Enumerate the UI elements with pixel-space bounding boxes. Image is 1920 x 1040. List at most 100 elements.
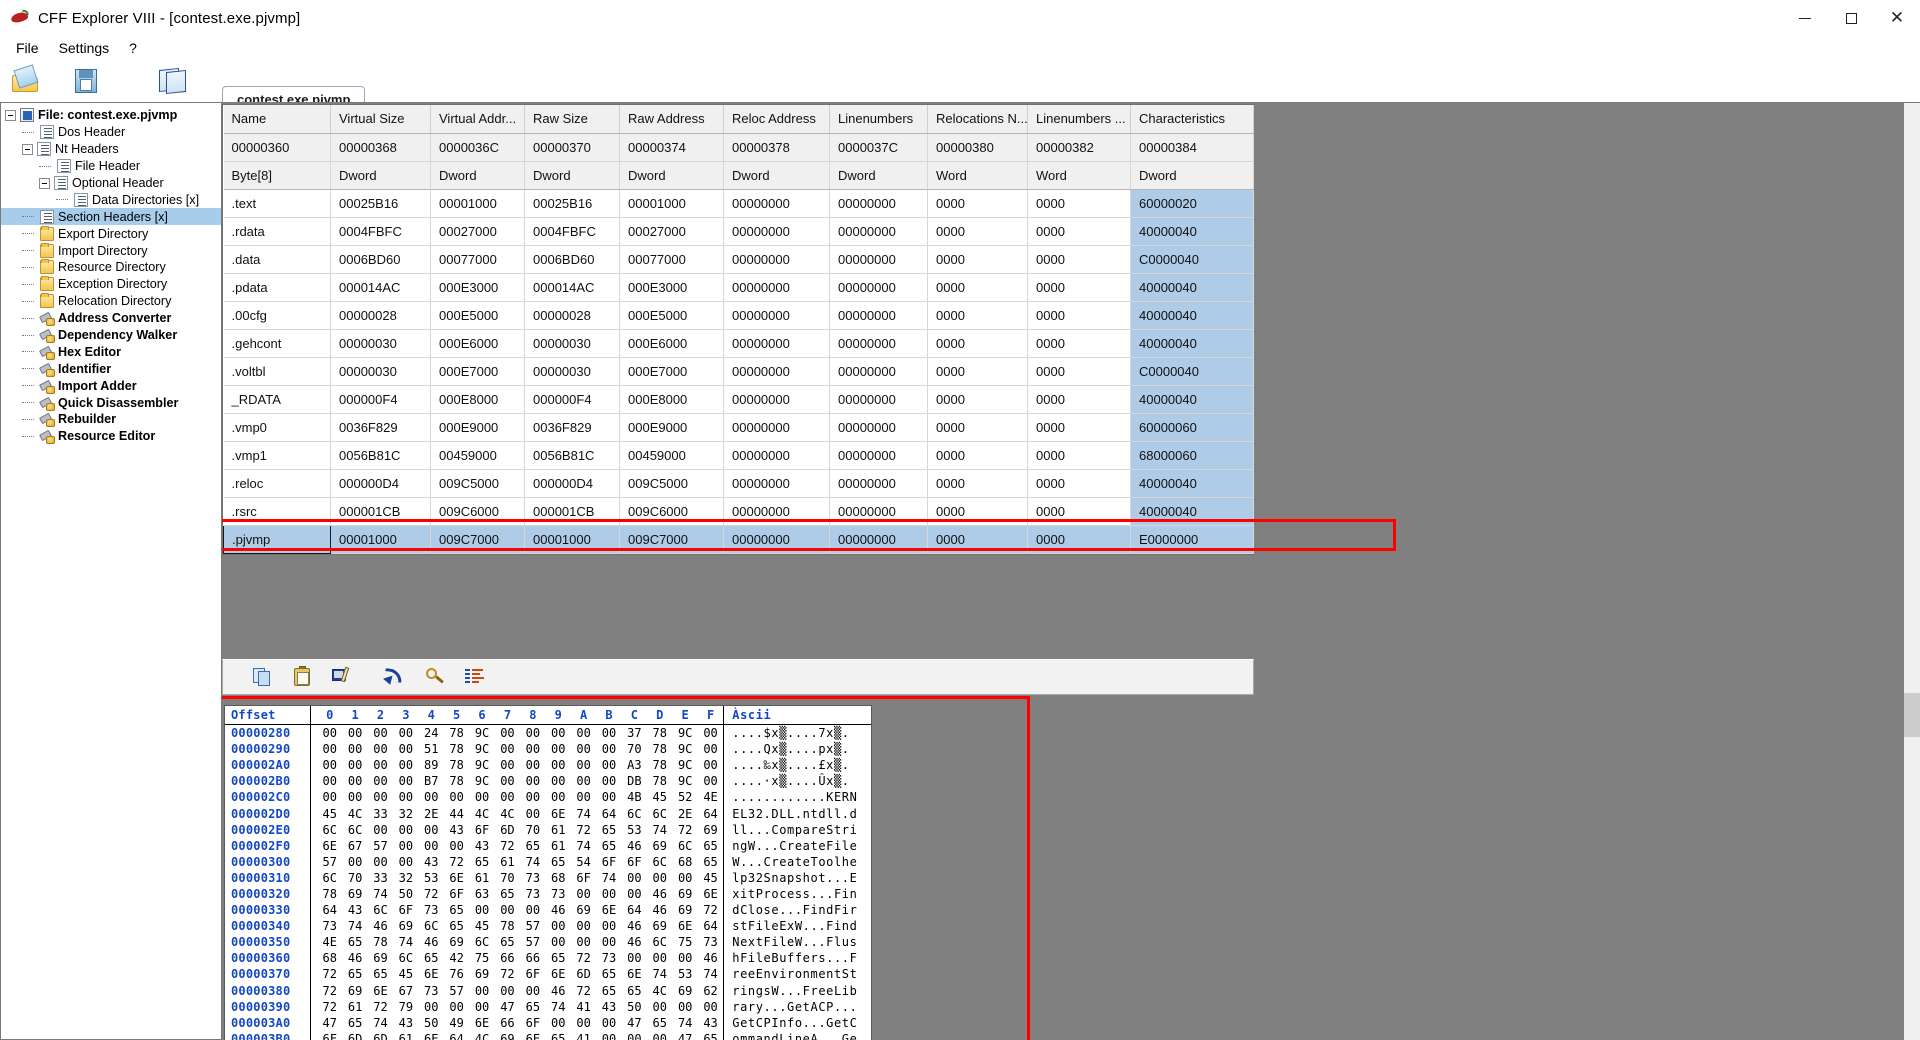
hex-row[interactable]: 00000380 72 69 6E 67 73 57 00 00 00 46 72 65 65 4C 69 62…: [225, 982, 871, 999]
column-header-reloc-address[interactable]: Reloc Address: [723, 105, 830, 134]
hex-byte: 9C: [677, 742, 693, 757]
stacked-pages-icon[interactable]: [156, 65, 190, 97]
table-row[interactable]: .pdata 000014AC 000E3000 000014AC 000E3000 00…: [223, 273, 1254, 302]
hex-row[interactable]: 000002A0 00 00 00 00 89 78 9C 00 00 00 00 00 A3 78 9C 00…: [225, 757, 871, 774]
hex-byte: 4B: [627, 790, 642, 805]
hex-byte: 73: [601, 951, 617, 966]
table-row[interactable]: .pjvmp 00001000 009C7000 00001000 009C7000 00…: [223, 524, 1254, 554]
column-header-raw-address[interactable]: Raw Address: [619, 105, 724, 134]
tree-item-import-adder[interactable]: Import Adder: [1, 377, 221, 394]
tree-item-rebuilder[interactable]: Rebuilder: [1, 411, 221, 428]
tree-item-optional-header[interactable]: Optional Header: [1, 175, 221, 192]
column-header-virtual-addr[interactable]: Virtual Addr...: [430, 105, 525, 134]
column-header-virtual-size[interactable]: Virtual Size: [330, 105, 431, 134]
list-lines-icon[interactable]: [463, 665, 487, 689]
hex-row[interactable]: 00000390 72 61 72 79 00 00 00 47 65 74 41 43 50 00 00 00…: [225, 998, 871, 1015]
menu-help[interactable]: ?: [119, 38, 147, 58]
tree-item-data-directories-x[interactable]: Data Directories [x]: [1, 191, 221, 208]
table-cell: 60000020: [1130, 189, 1254, 218]
tree-item-file-header[interactable]: File Header: [1, 158, 221, 175]
tree-expander-icon[interactable]: [22, 143, 33, 155]
hex-byte: 00: [474, 999, 490, 1014]
tree-item-file-contest-exe-pjvmp[interactable]: File: contest.exe.pjvmp: [1, 107, 221, 124]
hex-bytes: 4E 65 78 74 46 69 6C 65 57 00 00 00 46 6C 75 73: [311, 934, 725, 951]
column-header-linenumbers-n[interactable]: Linenumbers ...: [1027, 105, 1131, 134]
hex-dump-view[interactable]: Offset 0123456789ABCDEF Àscii 00000280 00…: [224, 705, 872, 1040]
hex-byte: 6E: [550, 967, 566, 982]
column-header-name[interactable]: Name: [223, 105, 331, 134]
tree-item-exception-directory[interactable]: Exception Directory: [1, 276, 221, 293]
close-button[interactable]: ✕: [1874, 0, 1920, 36]
hex-row[interactable]: 000002E0 6C 6C 00 00 00 43 6F 6D 70 61 72 65 53 74 72 69…: [225, 821, 871, 838]
tree-item-section-headers-x[interactable]: Section Headers [x]: [1, 208, 221, 226]
tree-item-resource-directory[interactable]: Resource Directory: [1, 259, 221, 276]
floppy-disk-icon[interactable]: [70, 65, 104, 97]
hex-row[interactable]: 000003A0 47 65 74 43 50 49 6E 66 6F 00 00 00 47 65 74 43…: [225, 1014, 871, 1031]
tree-item-dependency-walker[interactable]: Dependency Walker: [1, 327, 221, 344]
tree-expander-icon[interactable]: [39, 177, 50, 189]
hex-row[interactable]: 000003B0 6F 6D 6D 61 6E 64 4C 69 6E 65 41 00 00 00 47 65…: [225, 1030, 871, 1040]
hex-row[interactable]: 00000320 78 69 74 50 72 6F 63 65 73 73 00 00 00 46 69 6E…: [225, 885, 871, 903]
hex-row[interactable]: 000002F0 6E 67 57 00 00 00 43 72 65 61 74 65 46 69 6C 65…: [225, 837, 871, 854]
table-row[interactable]: .vmp0 0036F829 000E9000 0036F829 000E9000 000…: [223, 413, 1254, 442]
content-vertical-scrollbar[interactable]: [1904, 103, 1920, 1040]
table-row[interactable]: .voltbl 00000030 000E7000 00000030 000E7000 0…: [223, 357, 1254, 386]
table-row[interactable]: .rsrc 000001CB 009C6000 000001CB 009C6000 000…: [223, 497, 1254, 526]
table-row[interactable]: .vmp1 0056B81C 00459000 0056B81C 00459000 000…: [223, 441, 1254, 470]
hex-row[interactable]: 00000360 68 46 69 6C 65 42 75 66 66 65 72 73 00 00 00 46…: [225, 950, 871, 967]
hex-row[interactable]: 00000300 57 00 00 00 43 72 65 61 74 65 54 6F 6F 6C 68 65…: [225, 853, 871, 870]
table-cell: 0036F829: [330, 413, 431, 442]
tree-item-resource-editor[interactable]: Resource Editor: [1, 428, 221, 445]
tree-item-dos-header[interactable]: Dos Header: [1, 124, 221, 141]
paste-icon[interactable]: [291, 665, 315, 689]
table-row[interactable]: .00cfg 00000028 000E5000 00000028 000E5000 00…: [223, 301, 1254, 330]
write-to-disk-icon[interactable]: [331, 665, 355, 689]
hex-byte: 00: [652, 870, 667, 885]
tree-item-export-directory[interactable]: Export Directory: [1, 225, 221, 242]
maximize-button[interactable]: [1828, 0, 1874, 36]
hex-byte: 47: [322, 1015, 337, 1030]
hex-row[interactable]: 00000280 00 00 00 00 24 78 9C 00 00 00 00 00 37 78 9C 00…: [225, 725, 871, 742]
tree-item-quick-disassembler[interactable]: Quick Disassembler: [1, 394, 221, 411]
tree-item-hex-editor[interactable]: Hex Editor: [1, 343, 221, 360]
table-row[interactable]: .rdata 0004FBFC 00027000 0004FBFC 00027000 00…: [223, 217, 1254, 246]
redo-arrow-icon[interactable]: [383, 665, 407, 689]
column-header-relocations-n[interactable]: Relocations N...: [927, 105, 1028, 134]
table-cell: 000E6000: [619, 329, 724, 358]
column-header-characteristics[interactable]: Characteristics: [1130, 105, 1254, 134]
hex-row[interactable]: 00000290 00 00 00 00 51 78 9C 00 00 00 00 00 70 78 9C 00…: [225, 741, 871, 758]
menu-file[interactable]: File: [6, 38, 49, 58]
table-cell: .reloc: [223, 469, 331, 498]
tree-item-import-directory[interactable]: Import Directory: [1, 242, 221, 259]
table-row[interactable]: .text 00025B16 00001000 00025B16 00001000 000…: [223, 189, 1254, 218]
hex-row[interactable]: 00000310 6C 70 33 32 53 6E 61 70 73 68 6F 74 00 00 00 45…: [225, 869, 871, 886]
hex-column-label: 3: [402, 708, 410, 722]
menu-settings[interactable]: Settings: [49, 38, 120, 58]
column-header-linenumbers[interactable]: Linenumbers: [829, 105, 928, 134]
hex-row[interactable]: 000002D0 45 4C 33 32 2E 44 4C 4C 00 6E 74 64 6C 6C 2E 64…: [225, 805, 871, 822]
table-row[interactable]: _RDATA 000000F4 000E8000 000000F4 000E8000 00…: [223, 385, 1254, 414]
tree-item-identifier[interactable]: Identifier: [1, 360, 221, 377]
table-row[interactable]: .data 0006BD60 00077000 0006BD60 00077000 000…: [223, 245, 1254, 274]
hex-row[interactable]: 00000330 64 43 6C 6F 73 65 00 00 00 46 69 6E 64 46 69 72…: [225, 902, 871, 919]
table-row[interactable]: .gehcont 00000030 000E6000 00000030 000E6000…: [223, 329, 1254, 358]
hex-row[interactable]: 00000350 4E 65 78 74 46 69 6C 65 57 00 00 00 46 6C 75 73…: [225, 934, 871, 951]
tree-item-address-converter[interactable]: Address Converter: [1, 310, 221, 327]
tree-item-label: Rebuilder: [58, 412, 117, 427]
hex-row[interactable]: 00000340 73 74 46 69 6C 65 45 78 57 00 00 00 46 69 6E 64…: [225, 918, 871, 935]
hex-row[interactable]: 000002C0 00 00 00 00 00 00 00 00 00 00 00 00 4B 45 52 4E…: [225, 789, 871, 806]
hex-bytes: 68 46 69 6C 65 42 75 66 66 65 72 73 00 00 00 46: [311, 950, 725, 967]
hex-row[interactable]: 00000370 72 65 65 45 6E 76 69 72 6F 6E 6D 65 6E 74 53 74…: [225, 966, 871, 983]
copy-icon[interactable]: [251, 665, 275, 689]
tree-item-nt-headers[interactable]: Nt Headers: [1, 141, 221, 158]
hex-byte: 74: [677, 1015, 693, 1030]
magnifier-icon[interactable]: [423, 665, 447, 689]
hex-row[interactable]: 000002B0 00 00 00 00 B7 78 9C 00 00 00 00 00 DB 78 9C 00…: [225, 773, 871, 790]
tree-item-relocation-directory[interactable]: Relocation Directory: [1, 293, 221, 310]
minimize-button[interactable]: [1782, 0, 1828, 36]
scrollbar-thumb[interactable]: [1904, 693, 1920, 737]
tree-expander-icon[interactable]: [5, 109, 16, 121]
table-row[interactable]: .reloc 000000D4 009C5000 000000D4 009C5000 00…: [223, 469, 1254, 498]
column-header-raw-size[interactable]: Raw Size: [524, 105, 620, 134]
open-folder-icon[interactable]: [10, 64, 44, 97]
